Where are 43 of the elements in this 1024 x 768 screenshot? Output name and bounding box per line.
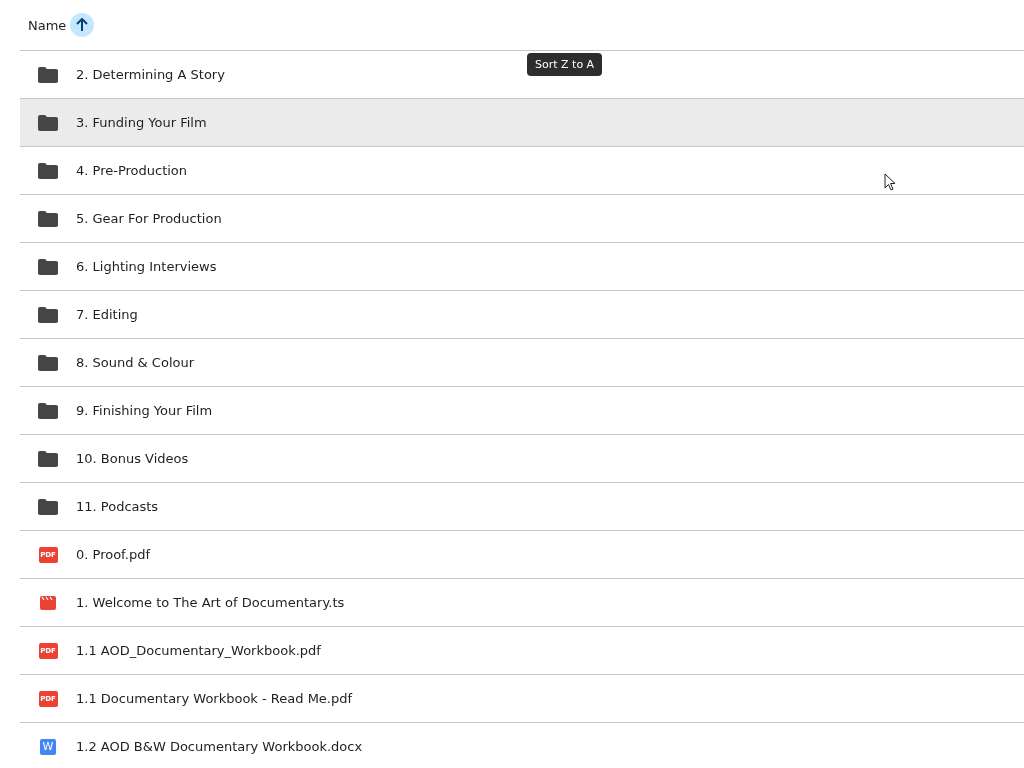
file-name: 1.1 Documentary Workbook - Read Me.pdf — [76, 691, 353, 706]
folder-icon — [38, 306, 58, 323]
file-row[interactable]: 3. Funding Your Film — [20, 99, 1024, 147]
file-name: 8. Sound & Colour — [76, 355, 195, 370]
name-column-header[interactable]: Name — [28, 17, 67, 33]
file-name: 1. Welcome to The Art of Documentary.ts — [76, 595, 345, 610]
mouse-pointer-icon — [884, 173, 896, 192]
folder-icon — [38, 354, 58, 371]
folder-icon — [38, 498, 58, 515]
file-name: 6. Lighting Interviews — [76, 259, 217, 274]
file-row[interactable]: 7. Editing — [20, 291, 1024, 339]
file-name: 4. Pre-Production — [76, 163, 188, 178]
file-name: 11. Podcasts — [76, 499, 159, 514]
folder-icon — [38, 66, 58, 83]
file-row[interactable]: 11. Podcasts — [20, 483, 1024, 531]
file-row[interactable]: 10. Bonus Videos — [20, 435, 1024, 483]
file-name: 1.1 AOD_Documentary_Workbook.pdf — [76, 643, 321, 658]
tooltip: Sort Z to A — [527, 53, 603, 76]
folder-icon — [38, 258, 58, 275]
file-name: 1.2 AOD B&W Documentary Workbook.docx — [76, 739, 363, 754]
file-row[interactable]: 6. Lighting Interviews — [20, 243, 1024, 291]
folder-icon — [38, 402, 58, 419]
file-row[interactable]: 4. Pre-Production — [20, 147, 1024, 195]
file-name: 9. Finishing Your Film — [76, 403, 213, 418]
file-name: 0. Proof.pdf — [76, 547, 150, 562]
folder-icon — [38, 450, 58, 467]
file-row[interactable]: 8. Sound & Colour — [20, 339, 1024, 387]
file-name: 5. Gear For Production — [76, 211, 222, 226]
file-row[interactable]: 1. Welcome to The Art of Documentary.ts — [20, 579, 1024, 627]
file-row[interactable]: 9. Finishing Your Film — [20, 387, 1024, 435]
file-name: 10. Bonus Videos — [76, 451, 189, 466]
video-icon — [40, 595, 56, 610]
folder-icon — [38, 114, 58, 131]
arrow-up-icon — [75, 18, 90, 32]
file-row[interactable]: W 1.2 AOD B&W Documentary Workbook.docx — [20, 723, 1024, 768]
file-row[interactable]: 5. Gear For Production — [20, 195, 1024, 243]
folder-icon — [38, 210, 58, 227]
folder-icon — [38, 162, 58, 179]
word-doc-icon: W — [40, 738, 56, 755]
file-name: 3. Funding Your Film — [76, 115, 207, 130]
file-name: 2. Determining A Story — [76, 67, 225, 82]
sort-button[interactable] — [70, 13, 95, 37]
file-name: 7. Editing — [76, 307, 138, 322]
